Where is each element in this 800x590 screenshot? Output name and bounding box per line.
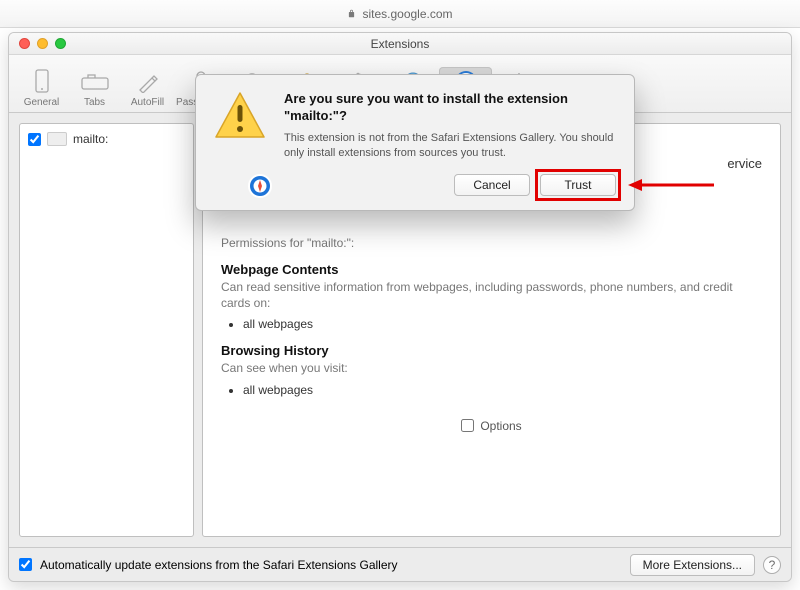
section-browsing-history-title: Browsing History (221, 343, 762, 358)
safari-badge-icon (248, 174, 272, 198)
section-browsing-history-desc: Can see when you visit: (221, 360, 762, 376)
options-label: Options (480, 419, 521, 433)
tabs-icon (68, 67, 121, 97)
general-icon (15, 67, 68, 97)
more-extensions-button[interactable]: More Extensions... (630, 554, 755, 576)
options-checkbox[interactable] (461, 419, 474, 432)
browser-address-bar: sites.google.com (0, 0, 800, 28)
section-browsing-history-item: all webpages (243, 383, 762, 397)
extension-row-mailto[interactable]: mailto: (24, 130, 189, 148)
window-title: Extensions (9, 37, 791, 51)
section-webpage-contents-item: all webpages (243, 317, 762, 331)
section-webpage-contents-title: Webpage Contents (221, 262, 762, 277)
autofill-icon (121, 67, 174, 97)
cancel-button[interactable]: Cancel (454, 174, 530, 196)
auto-update-label: Automatically update extensions from the… (40, 558, 398, 572)
window-titlebar: Extensions (9, 33, 791, 55)
tab-tabs[interactable]: Tabs (68, 67, 121, 112)
trust-button[interactable]: Trust (540, 174, 616, 196)
warning-icon (214, 91, 270, 196)
extension-thumb-icon (47, 132, 67, 146)
lock-icon (347, 9, 356, 18)
auto-update-checkbox[interactable] (19, 558, 32, 571)
address-host: sites.google.com (362, 7, 452, 21)
obscured-text-fragment: ervice (727, 156, 762, 171)
dialog-body-text: This extension is not from the Safari Ex… (284, 131, 616, 161)
tab-autofill[interactable]: AutoFill (121, 67, 174, 112)
extension-enable-checkbox[interactable] (28, 133, 41, 146)
help-button[interactable]: ? (763, 556, 781, 574)
extensions-sidebar: mailto: (19, 123, 194, 537)
extension-name-label: mailto: (73, 132, 108, 146)
install-confirm-dialog: Are you sure you want to install the ext… (195, 74, 635, 211)
options-row[interactable]: Options (221, 419, 762, 433)
bottom-bar: Automatically update extensions from the… (9, 547, 791, 581)
dialog-heading: Are you sure you want to install the ext… (284, 91, 616, 125)
section-webpage-contents-desc: Can read sensitive information from webp… (221, 279, 762, 311)
tab-general[interactable]: General (15, 67, 68, 112)
permissions-heading: Permissions for "mailto:": (221, 236, 762, 250)
